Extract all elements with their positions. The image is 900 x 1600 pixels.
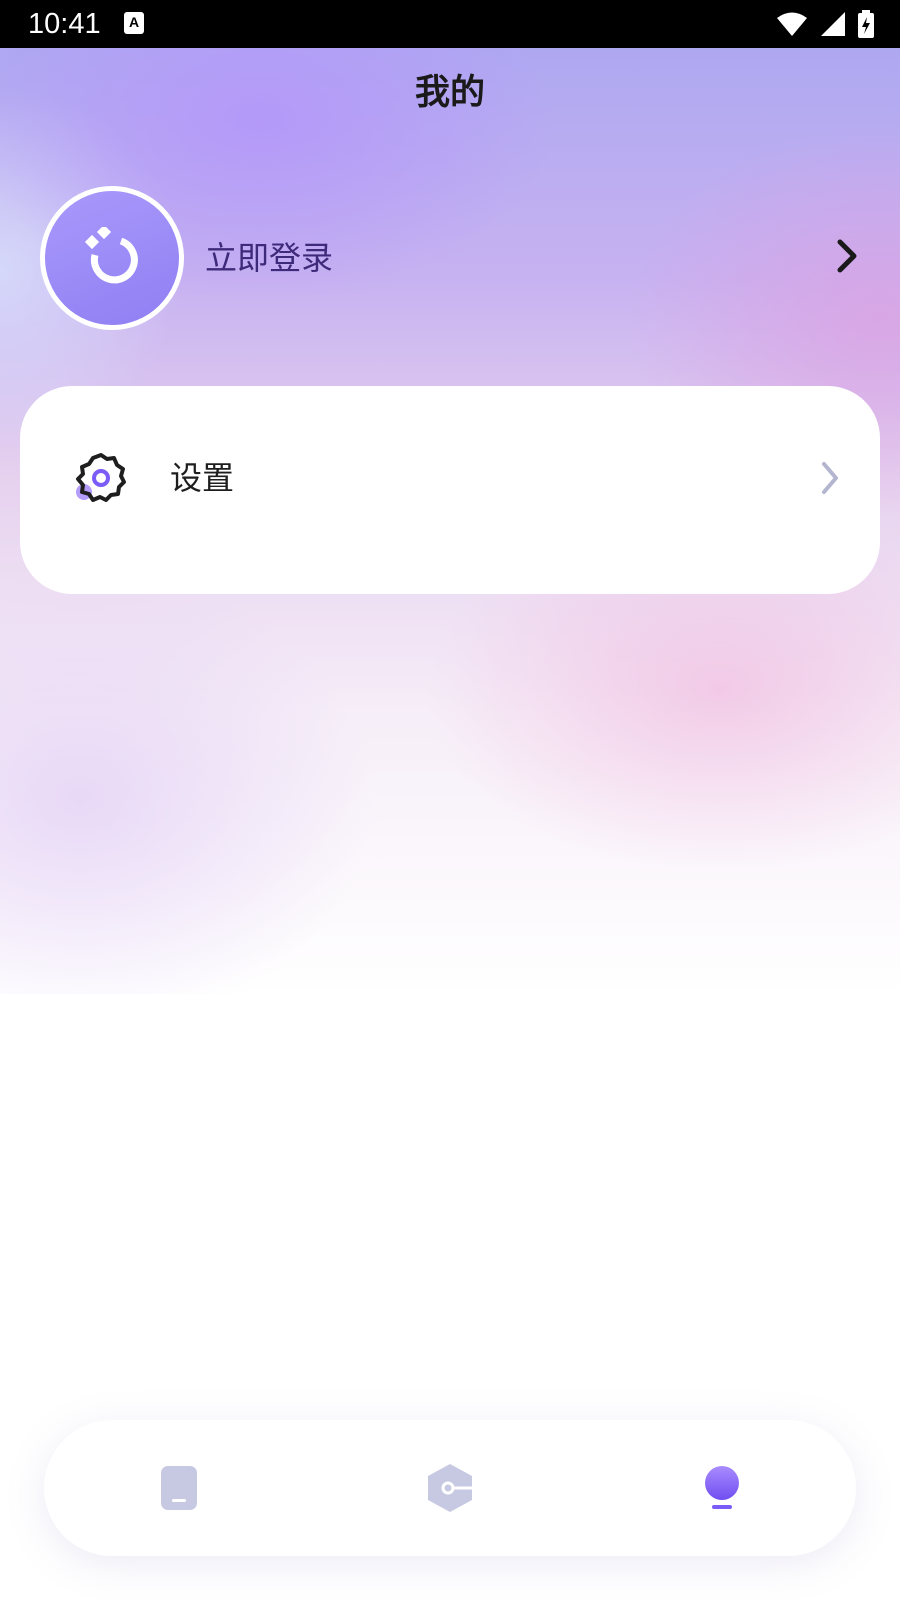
profile-tab-icon <box>705 1466 739 1509</box>
screen: 10:41 A 我的 立即登录 设置 <box>0 0 900 1600</box>
chevron-right-icon[interactable] <box>818 458 842 498</box>
page-title: 我的 <box>414 73 485 113</box>
tab-profile[interactable] <box>662 1420 782 1556</box>
status-time: 10:41 <box>28 8 101 40</box>
status-icons <box>776 9 874 39</box>
login-row[interactable]: 立即登录 <box>40 186 862 331</box>
tab-tools[interactable] <box>390 1420 510 1556</box>
menu-card: 设置 <box>20 386 880 594</box>
a-keyboard-icon: A <box>124 12 144 34</box>
chevron-right-icon[interactable] <box>832 234 862 278</box>
battery-charging-icon <box>858 10 874 38</box>
status-bar: 10:41 A <box>0 0 900 48</box>
cell-signal-icon <box>821 12 845 36</box>
user-avatar-icon[interactable] <box>40 186 184 330</box>
gear-icon <box>76 453 126 502</box>
avatar-glyph <box>84 227 138 284</box>
phone-tab-icon <box>161 1466 197 1510</box>
settings-label: 设置 <box>170 459 235 497</box>
bottom-tab-bar <box>44 1420 856 1556</box>
wifi-icon <box>777 12 807 36</box>
settings-item[interactable]: 设置 <box>72 450 842 530</box>
hexagon-key-tab-icon <box>428 1464 472 1512</box>
login-label[interactable]: 立即登录 <box>205 236 333 280</box>
tab-phone[interactable] <box>119 1420 239 1556</box>
